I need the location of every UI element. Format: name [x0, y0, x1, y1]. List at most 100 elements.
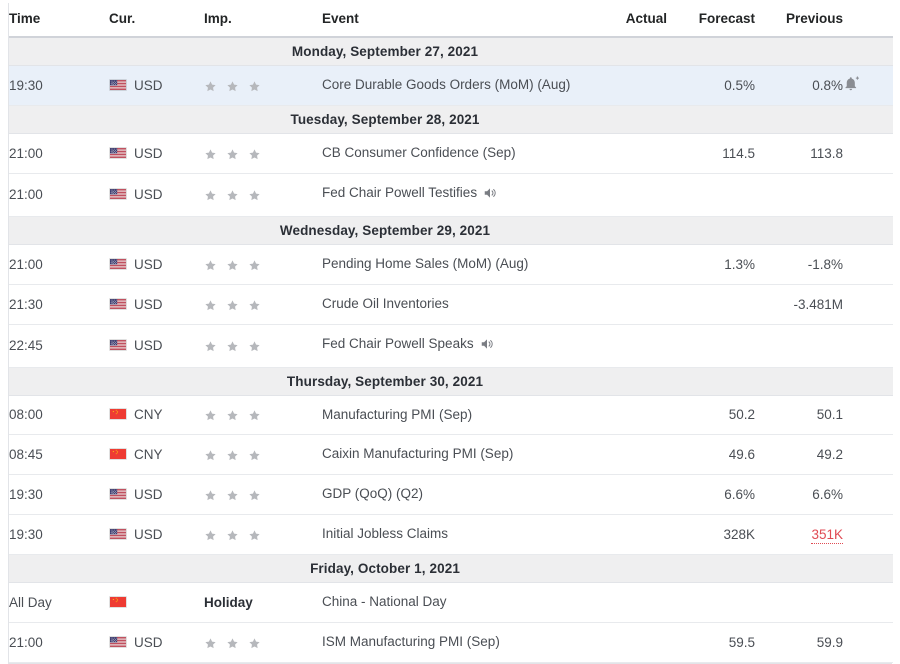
actual-value [582, 173, 667, 217]
us-flag-icon [109, 257, 127, 270]
us-flag-icon [109, 488, 127, 501]
previous-value-cell [755, 582, 843, 624]
event-time: 08:45 [9, 434, 109, 476]
importance-star-icon [248, 80, 261, 93]
alert-cell[interactable] [843, 173, 893, 217]
table-body: Monday, September 27, 2021 19:30 USD Core D… [9, 36, 893, 664]
table-row[interactable]: 08:45 CNY Caixin Manufacturing PMI (Sep) 49… [9, 434, 893, 476]
importance-stars[interactable] [204, 637, 261, 650]
importance-star-icon [226, 148, 239, 161]
importance-stars[interactable] [204, 259, 261, 272]
table-row[interactable]: All Day Holiday China - National Day [9, 582, 893, 624]
importance-stars[interactable] [204, 409, 261, 422]
importance-stars[interactable] [204, 148, 261, 161]
column-header-currency[interactable]: Cur. [109, 3, 204, 38]
event-name-cell[interactable]: GDP (QoQ) (Q2) [322, 474, 582, 516]
column-header-forecast[interactable]: Forecast [667, 3, 755, 38]
alert-cell[interactable] [843, 582, 893, 624]
table-row[interactable]: 19:30 USD Initial Jobless Claims 328K 351K [9, 514, 893, 556]
importance-star-icon [204, 489, 217, 502]
event-name-cell[interactable]: Fed Chair Powell Testifies [322, 173, 582, 217]
alert-cell[interactable] [843, 133, 893, 174]
table-row[interactable]: 08:00 CNY Manufacturing PMI (Sep) 50.2 50.1 [9, 395, 893, 436]
currency-code: USD [134, 635, 163, 651]
event-time: 08:00 [9, 395, 109, 436]
importance-star-icon [226, 259, 239, 272]
us-flag-icon [109, 528, 127, 541]
speaker-icon[interactable] [480, 337, 494, 358]
alert-cell[interactable] [843, 284, 893, 325]
previous-value-cell: 0.8% [755, 65, 843, 106]
currency-code: USD [134, 487, 163, 503]
column-header-previous[interactable]: Previous [755, 3, 843, 38]
event-name-cell[interactable]: Pending Home Sales (MoM) (Aug) [322, 244, 582, 285]
speaker-icon[interactable] [483, 186, 497, 207]
event-name-cell[interactable]: Fed Chair Powell Speaks [322, 324, 582, 368]
importance-star-icon [226, 449, 239, 462]
event-name-cell[interactable]: Crude Oil Inventories [322, 284, 582, 325]
table-row[interactable]: 21:00 USD Pending Home Sales (MoM) (Aug) 1.… [9, 244, 893, 285]
previous-value: -3.481M [793, 296, 843, 312]
alert-cell[interactable] [843, 395, 893, 436]
day-header-cell: Tuesday, September 28, 2021 [9, 104, 893, 134]
column-header-actual[interactable]: Actual [582, 3, 667, 38]
actual-value [582, 474, 667, 516]
importance-stars[interactable] [204, 340, 261, 353]
importance-star-icon [248, 409, 261, 422]
table-row[interactable]: 21:00 USD CB Consumer Confidence (Sep) 114.… [9, 133, 893, 174]
event-time: 19:30 [9, 514, 109, 556]
event-name-cell[interactable]: China - National Day [322, 582, 582, 624]
previous-value: 6.6% [812, 487, 843, 503]
forecast-value: 50.2 [667, 395, 755, 436]
event-name-cell[interactable]: Caixin Manufacturing PMI (Sep) [322, 434, 582, 476]
alert-cell[interactable] [843, 474, 893, 516]
importance-stars[interactable] [204, 489, 261, 502]
event-currency: USD [109, 244, 204, 285]
column-header-event[interactable]: Event [322, 3, 582, 38]
importance-stars[interactable] [204, 80, 261, 93]
importance-stars[interactable] [204, 529, 261, 542]
bell-plus-icon[interactable] [843, 75, 860, 95]
us-flag-icon [109, 297, 127, 310]
alert-cell[interactable] [843, 514, 893, 556]
importance-star-icon [248, 340, 261, 353]
previous-value: 50.1 [816, 407, 843, 423]
event-name-cell[interactable]: Core Durable Goods Orders (MoM) (Aug) [322, 65, 582, 106]
table-row[interactable]: 21:00 USD Fed Chair Powell Testifies [9, 173, 893, 217]
alert-cell[interactable] [843, 65, 893, 106]
event-name-cell[interactable]: Manufacturing PMI (Sep) [322, 395, 582, 436]
column-header-time[interactable]: Time [9, 3, 109, 38]
alert-cell[interactable] [843, 324, 893, 368]
forecast-value [667, 324, 755, 368]
event-name-cell[interactable]: Initial Jobless Claims [322, 514, 582, 556]
alert-cell[interactable] [843, 244, 893, 285]
importance-star-icon [248, 299, 261, 312]
event-importance [204, 173, 322, 217]
event-name-cell[interactable]: CB Consumer Confidence (Sep) [322, 133, 582, 174]
table-row[interactable]: 19:30 USD Core Durable Goods Orders (MoM) … [9, 65, 893, 106]
alert-cell[interactable] [843, 434, 893, 476]
importance-stars[interactable] [204, 449, 261, 462]
table-row[interactable]: 22:45 USD Fed Chair Powell Speaks [9, 324, 893, 368]
importance-star-icon [204, 409, 217, 422]
previous-value-cell: -3.481M [755, 284, 843, 325]
column-header-importance[interactable]: Imp. [204, 3, 322, 38]
previous-value: 59.9 [816, 635, 843, 651]
table-row[interactable]: 19:30 USD GDP (QoQ) (Q2) 6.6% 6.6% [9, 474, 893, 516]
day-header-label: Tuesday, September 28, 2021 [290, 111, 480, 127]
event-importance [204, 514, 322, 556]
table-row[interactable]: 21:30 USD Crude Oil Inventories -3.481M [9, 284, 893, 325]
event-importance [204, 65, 322, 106]
day-header-row: Wednesday, September 29, 2021 [9, 215, 893, 245]
importance-stars[interactable] [204, 299, 261, 312]
importance-star-icon [204, 189, 217, 202]
importance-star-icon [248, 449, 261, 462]
currency-code: USD [134, 338, 163, 354]
currency-code: USD [134, 187, 163, 203]
importance-star-icon [248, 189, 261, 202]
importance-star-icon [204, 637, 217, 650]
actual-value [582, 284, 667, 325]
importance-stars[interactable] [204, 189, 261, 202]
event-importance [204, 395, 322, 436]
currency-code: CNY [134, 407, 163, 423]
